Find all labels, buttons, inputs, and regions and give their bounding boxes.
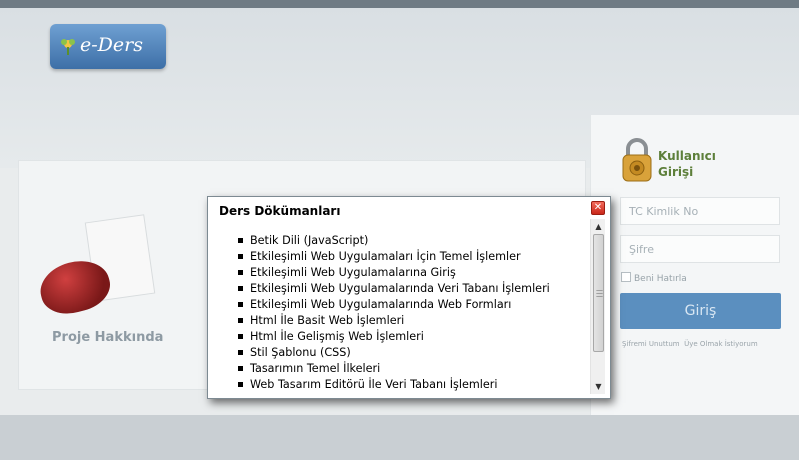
scroll-thumb[interactable]: — — — xyxy=(593,234,604,352)
footer-area xyxy=(0,415,799,460)
scroll-down-arrow-icon[interactable]: ▼ xyxy=(591,379,606,394)
document-list: Betik Dili (JavaScript) Etkileşimli Web U… xyxy=(227,233,592,393)
document-list-item[interactable]: Html İle Basit Web İşlemleri xyxy=(227,313,592,329)
close-button[interactable]: ✕ xyxy=(591,201,605,215)
document-link[interactable]: Tasarımın Temel İlkeleri xyxy=(250,362,380,375)
bullet-icon xyxy=(238,253,243,259)
scroll-up-arrow-icon[interactable]: ▲ xyxy=(591,219,606,234)
document-list-item[interactable]: Etkileşimli Web Uygulamaları İçin Temel … xyxy=(227,249,592,265)
document-list-item[interactable]: Etkileşimli Web Uygulamalarına Giriş xyxy=(227,265,592,281)
remember-label: Beni Hatırla xyxy=(634,274,687,284)
documents-dialog: Ders Dökümanları ✕ Betik Dili (JavaScrip… xyxy=(207,196,611,399)
register-link[interactable]: Üye Olmak İstiyorum xyxy=(684,340,758,348)
flower-icon xyxy=(61,39,75,55)
document-link[interactable]: Etkileşimli Web Uygulamalarında Web Form… xyxy=(250,298,511,311)
bullet-icon xyxy=(238,285,243,291)
bullet-icon xyxy=(238,301,243,307)
document-link[interactable]: Html İle Gelişmiş Web İşlemleri xyxy=(250,330,424,343)
bullet-icon xyxy=(238,269,243,275)
document-link[interactable]: Stil Şablonu (CSS) xyxy=(250,346,351,359)
document-link[interactable]: Html İle Basit Web İşlemleri xyxy=(250,314,404,327)
login-button[interactable]: Giriş xyxy=(620,293,781,329)
bullet-icon xyxy=(238,237,243,243)
site-logo[interactable]: e-Ders xyxy=(50,24,166,69)
login-links: Şifremi Unuttum Üye Olmak İstiyorum xyxy=(622,340,758,348)
document-link[interactable]: Web Tasarım Editörü İle Veri Tabanı İşle… xyxy=(250,378,497,391)
tc-kimlik-input[interactable]: TC Kimlik No xyxy=(620,197,780,225)
proje-hakkinda-link[interactable]: Proje Hakkında xyxy=(52,330,163,345)
document-link[interactable]: Betik Dili (JavaScript) xyxy=(250,234,368,247)
document-list-item[interactable]: Tasarımın Temel İlkeleri xyxy=(227,361,592,377)
top-bar xyxy=(0,0,799,8)
dialog-scrollbar[interactable]: ▲ — — — ▼ xyxy=(590,219,605,394)
padlock-icon xyxy=(622,138,652,182)
document-link[interactable]: Etkileşimli Web Uygulamalarında Veri Tab… xyxy=(250,282,550,295)
bullet-icon xyxy=(238,349,243,355)
document-list-item[interactable]: Etkileşimli Web Uygulamalarında Web Form… xyxy=(227,297,592,313)
remember-me-checkbox[interactable]: Beni Hatırla xyxy=(621,272,687,284)
password-input[interactable]: Şifre xyxy=(620,235,780,263)
bullet-icon xyxy=(238,365,243,371)
document-list-item[interactable]: Etkileşimli Web Uygulamalarında Veri Tab… xyxy=(227,281,592,297)
document-list-item[interactable]: Web Tasarım Editörü İle Veri Tabanı İşle… xyxy=(227,377,592,393)
document-list-item[interactable]: Stil Şablonu (CSS) xyxy=(227,345,592,361)
dialog-title: Ders Dökümanları xyxy=(219,204,341,218)
document-list-item[interactable]: Betik Dili (JavaScript) xyxy=(227,233,592,249)
bullet-icon xyxy=(238,317,243,323)
bullet-icon xyxy=(238,381,243,387)
forgot-password-link[interactable]: Şifremi Unuttum xyxy=(622,340,680,348)
logo-text: e-Ders xyxy=(80,34,143,56)
checkbox-box[interactable] xyxy=(621,272,631,282)
document-list-item[interactable]: Html İle Gelişmiş Web İşlemleri xyxy=(227,329,592,345)
document-link[interactable]: Etkileşimli Web Uygulamalarına Giriş xyxy=(250,266,456,279)
login-title: Kullanıcı Girişi xyxy=(658,149,716,179)
grip-icon: — — — xyxy=(596,286,603,300)
document-link[interactable]: Etkileşimli Web Uygulamaları İçin Temel … xyxy=(250,250,521,263)
bullet-icon xyxy=(238,333,243,339)
